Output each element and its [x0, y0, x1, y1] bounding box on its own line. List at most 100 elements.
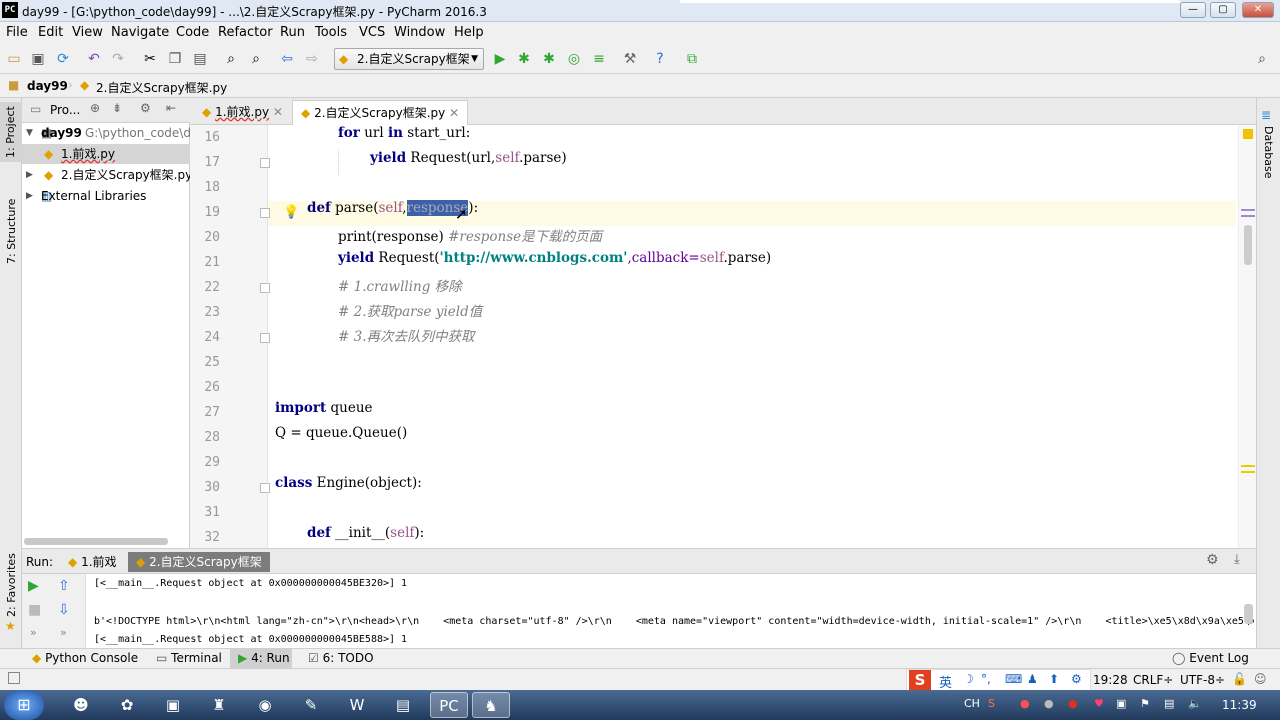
tab-1-qianxi[interactable]: ◆ 1.前戏.py ✕ [194, 100, 291, 125]
more-icon[interactable]: » [30, 626, 37, 639]
tree-external-libraries[interactable]: ▶ ▥ External Libraries [22, 186, 190, 206]
tray-app-icon[interactable]: ● [1020, 697, 1030, 710]
tab-2-custom-scrapy[interactable]: ◆ 2.自定义Scrapy框架.py ✕ [292, 100, 469, 125]
todo-button[interactable]: ☑ 6: TODO [308, 651, 374, 665]
menu-code[interactable]: Code [176, 25, 209, 40]
fold-marker-icon[interactable] [260, 333, 270, 343]
project-tool-button[interactable]: 1: Project [0, 102, 22, 162]
keyboard-icon[interactable]: ⌨ [1005, 672, 1022, 686]
sogou-ime-icon[interactable]: S [909, 670, 931, 691]
settings-icon[interactable]: ⚒ [622, 51, 638, 67]
tree-root-day99[interactable]: ▼ ■ day99 G:\python_code\d [22, 123, 191, 143]
menu-navigate[interactable]: Navigate [111, 25, 169, 40]
start-button[interactable]: ⊞ [4, 690, 44, 720]
inspector-icon[interactable]: ☺ [1254, 672, 1267, 686]
console-scrollbar[interactable] [1244, 604, 1253, 624]
taskbar-app-icon[interactable]: ☻ [62, 692, 100, 718]
coverage-icon[interactable]: ✱ [541, 51, 557, 67]
breadcrumb-project[interactable]: day99 [27, 79, 68, 93]
lock-icon[interactable]: 🔓 [1232, 672, 1247, 686]
run-config-select[interactable]: ◆ 2.自定义Scrapy框架 ▼ [334, 48, 484, 70]
debug-icon[interactable]: ✱ [516, 51, 532, 67]
breadcrumb-file[interactable]: 2.自定义Scrapy框架.py [96, 79, 227, 96]
hide-panel-icon[interactable]: ⤓ [1234, 552, 1240, 567]
user-icon[interactable]: ♟ [1027, 672, 1038, 686]
explorer-icon[interactable]: ▤ [384, 692, 422, 718]
back-icon[interactable]: ⇦ [279, 51, 295, 67]
tray-record-icon[interactable]: ● [1068, 697, 1078, 710]
skin-icon[interactable]: ⬆ [1049, 672, 1059, 686]
minimize-button[interactable]: — [1180, 2, 1206, 18]
search-everywhere-icon[interactable]: ⌕ [1254, 51, 1270, 67]
plugin-icon[interactable]: ⧉ [684, 51, 700, 67]
run-icon[interactable]: ▶ [492, 51, 508, 67]
pycharm-taskbar-icon[interactable]: PC [430, 692, 468, 718]
gear-icon[interactable]: ⚙ [140, 101, 151, 115]
scroll-down-icon[interactable]: ⇩ [58, 602, 70, 618]
cut-icon[interactable]: ✂ [142, 51, 158, 67]
menu-view[interactable]: View [72, 25, 103, 40]
taskbar-app-icon[interactable]: ✿ [108, 692, 146, 718]
punctuation-icon[interactable]: °, [981, 672, 991, 686]
favorites-tool-button[interactable]: 2: Favorites ★ [0, 553, 22, 633]
rerun-icon[interactable]: ▶ [28, 578, 39, 594]
structure-tool-button[interactable]: 7: Structure [0, 190, 22, 270]
error-stripe[interactable] [1238, 125, 1256, 548]
clock[interactable]: 11:39 [1222, 698, 1257, 712]
ime-mode-label[interactable]: 英 [939, 672, 952, 691]
project-view-select[interactable]: Pro... [50, 103, 80, 117]
menu-edit[interactable]: Edit [38, 25, 63, 40]
taskbar-app-icon[interactable]: ♞ [472, 692, 510, 718]
paste-icon[interactable]: ▤ [192, 51, 208, 67]
collapse-all-icon[interactable]: ⇟ [112, 101, 122, 115]
profile-icon[interactable]: ◎ [566, 51, 582, 67]
tools-icon[interactable]: ⚙ [1071, 672, 1082, 686]
close-tab-icon[interactable]: ✕ [273, 105, 283, 119]
redo-icon[interactable]: ↷ [110, 51, 126, 67]
copy-icon[interactable]: ❐ [167, 51, 183, 67]
word-icon[interactable]: W [338, 692, 376, 718]
menu-window[interactable]: Window [394, 25, 445, 40]
tree-file-2[interactable]: ▶ ◆ 2.自定义Scrapy框架.py [22, 165, 192, 185]
status-toggle-icon[interactable] [8, 672, 20, 684]
scroll-from-source-icon[interactable]: ⊕ [90, 101, 100, 115]
hide-panel-icon[interactable]: ⇤ [166, 101, 176, 115]
undo-icon[interactable]: ↶ [86, 51, 102, 67]
caret-position[interactable]: 19:28 [1093, 673, 1128, 687]
tray-app-icon[interactable]: ♥ [1094, 697, 1104, 710]
database-tool-button[interactable]: ≣ Database [1259, 108, 1279, 179]
language-indicator[interactable]: CH [964, 697, 980, 710]
menu-vcs[interactable]: VCS [359, 25, 385, 40]
taskbar-app-icon[interactable]: ♜ [200, 692, 238, 718]
scroll-up-icon[interactable]: ⇧ [58, 578, 70, 594]
file-encoding[interactable]: UTF-8÷ [1180, 673, 1225, 687]
chrome-icon[interactable]: ◉ [246, 692, 284, 718]
fold-marker-icon[interactable] [260, 208, 270, 218]
tray-app-icon[interactable]: ● [1044, 697, 1054, 710]
horizontal-scrollbar[interactable] [24, 538, 168, 545]
run-tool-button[interactable]: ▶ 4: Run [238, 651, 290, 665]
find-icon[interactable]: ⌕ [223, 51, 239, 67]
menu-file[interactable]: File [6, 25, 28, 40]
vertical-scrollbar[interactable] [1244, 225, 1252, 265]
run-tab-1[interactable]: ◆ 1.前戏 [60, 552, 125, 572]
volume-icon[interactable]: 🔈 [1188, 697, 1202, 710]
gear-icon[interactable]: ⚙ [1206, 552, 1219, 568]
stop-icon[interactable]: ■ [28, 602, 41, 618]
line-separator[interactable]: CRLF÷ [1133, 673, 1173, 687]
notepad-icon[interactable]: ✎ [292, 692, 330, 718]
menu-tools[interactable]: Tools [315, 25, 347, 40]
maximize-button[interactable]: ▢ [1210, 2, 1236, 18]
close-button[interactable]: ✕ [1242, 2, 1274, 18]
more-icon[interactable]: » [60, 626, 67, 639]
menu-help[interactable]: Help [454, 25, 484, 40]
close-tab-icon[interactable]: ✕ [449, 106, 459, 120]
menu-refactor[interactable]: Refactor [218, 25, 273, 40]
tray-ime-icon[interactable]: S [988, 697, 995, 710]
menu-run[interactable]: Run [280, 25, 305, 40]
terminal-button[interactable]: ▭ Terminal [156, 651, 222, 665]
tray-flag-icon[interactable]: ⚑ [1140, 697, 1150, 710]
tray-app-icon[interactable]: ▣ [1116, 697, 1126, 710]
save-icon[interactable]: ▣ [30, 51, 46, 67]
tree-file-1[interactable]: ◆ 1.前戏.py [22, 144, 190, 164]
